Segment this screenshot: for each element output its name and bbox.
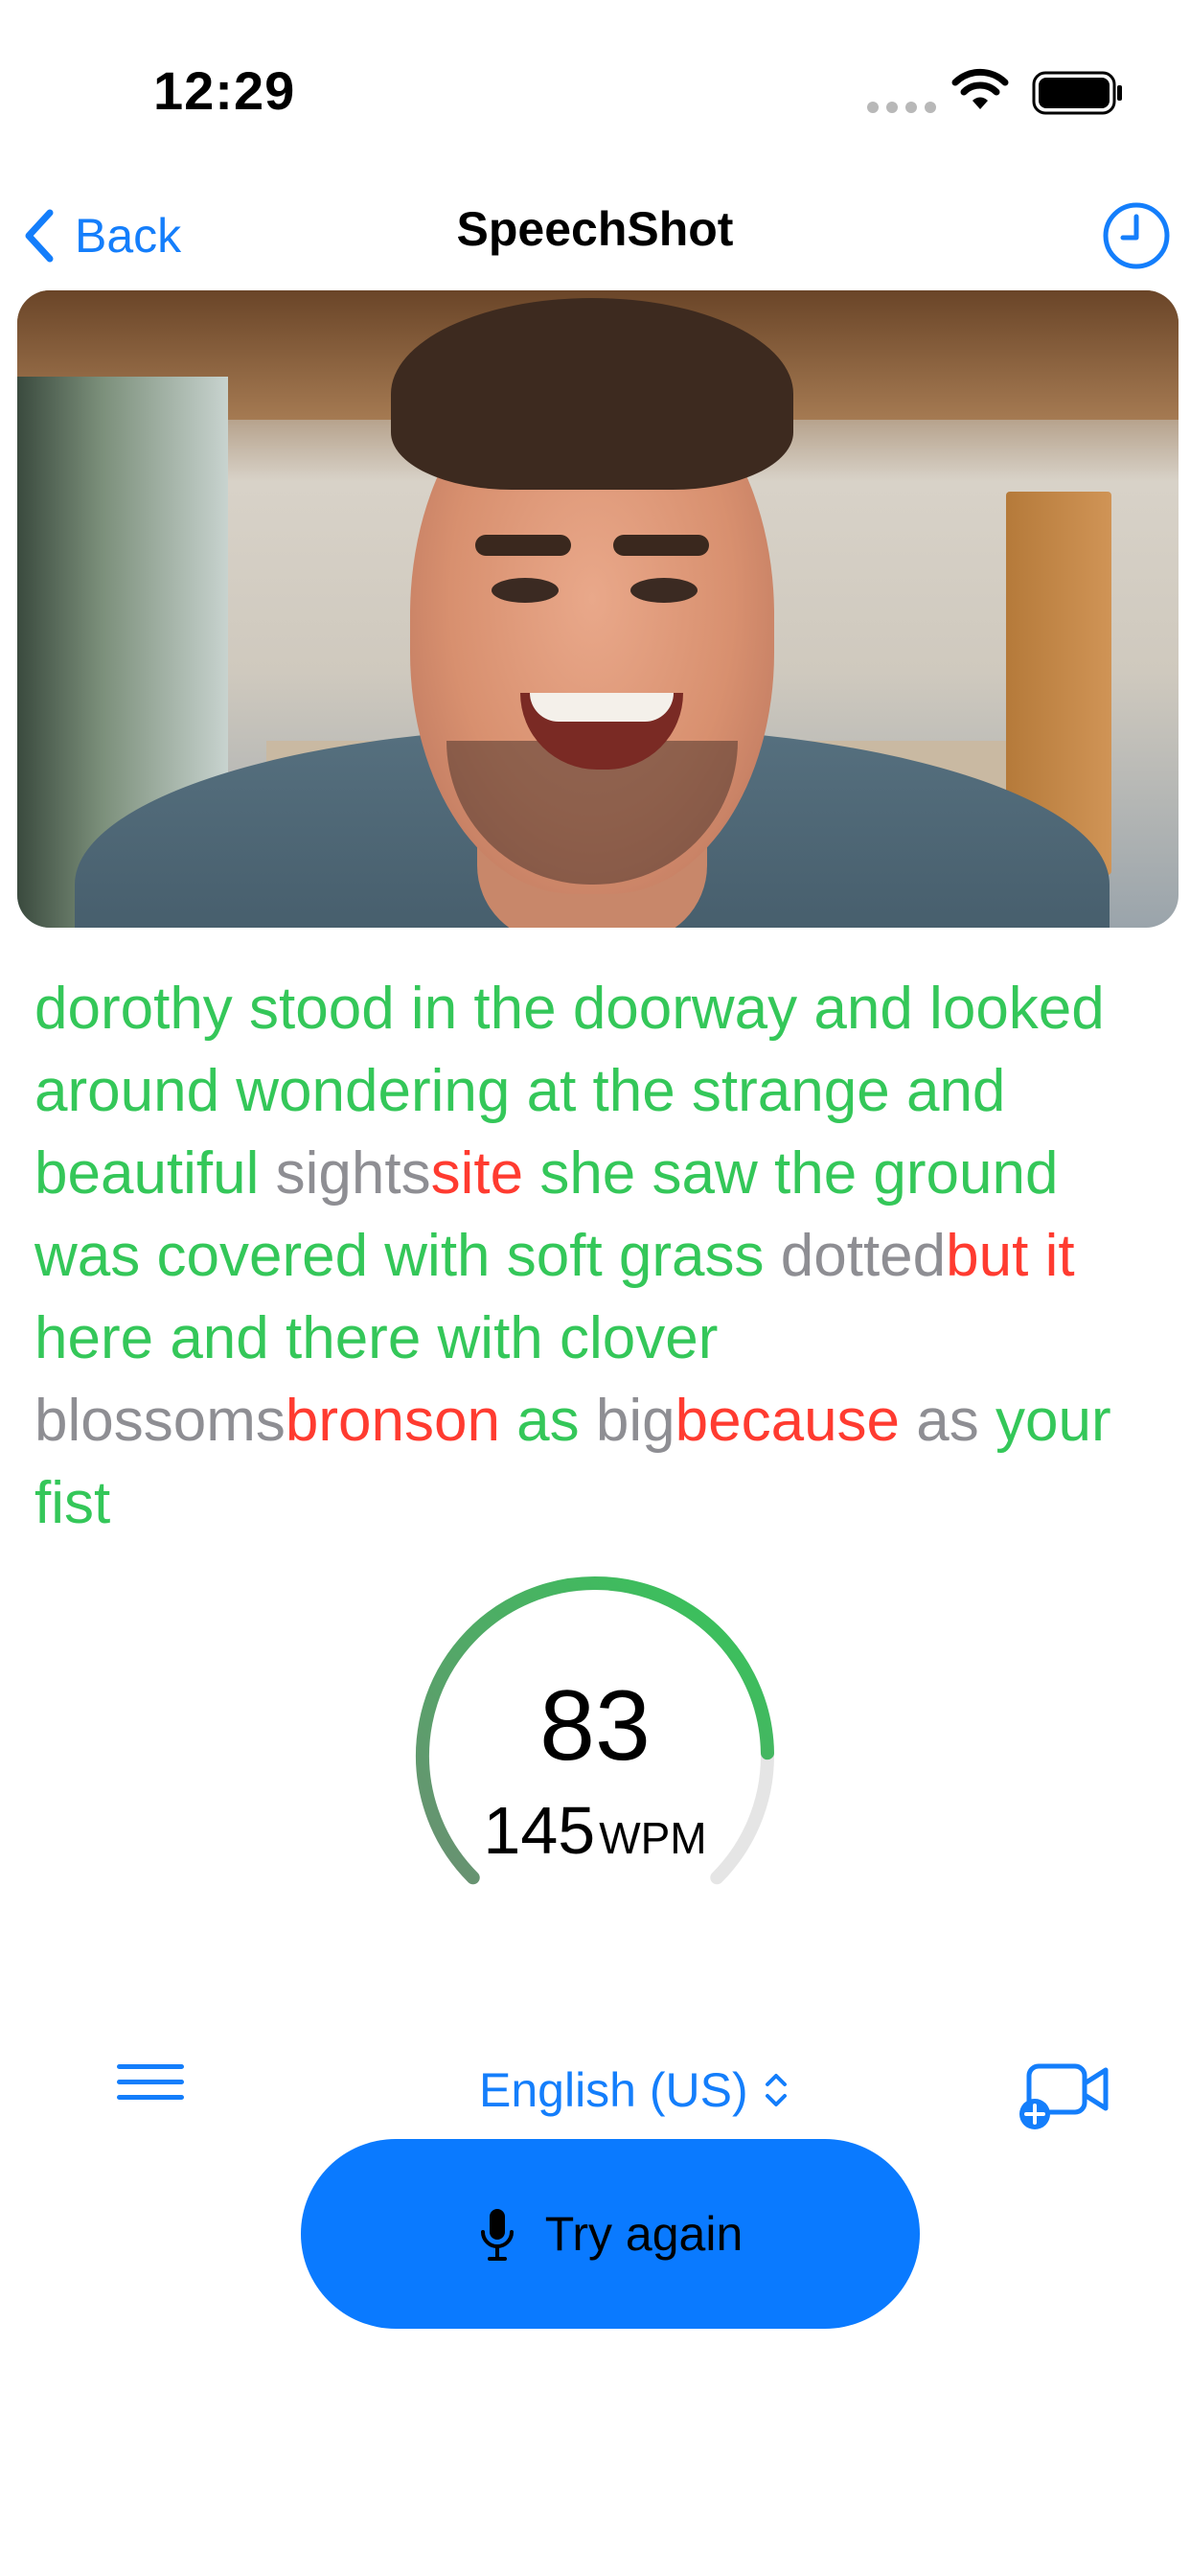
transcript-word-correct: as [499,1388,596,1454]
status-time: 12:29 [153,60,296,121]
bottom-controls: English (US) [0,2041,1190,2137]
wpm-readout: 145WPM [403,1792,787,1869]
transcript-word-wrong: site [430,1140,524,1207]
navigation-bar: Back SpeechShot [0,182,1190,297]
up-down-chevron-icon [765,2074,787,2106]
transcript-word-wrong: bronson [285,1388,500,1454]
wpm-value: 145 [483,1793,596,1868]
status-bar: 12:29 [0,0,1190,182]
page-title: SpeechShot [456,202,734,256]
transcript-word-missed: blossoms [34,1388,286,1454]
try-again-label: Try again [544,2207,744,2261]
transcript-word-wrong: because [675,1388,901,1454]
transcript-text: dorothy stood in the doorway and looked … [34,968,1165,1545]
hamburger-menu-icon[interactable] [117,2064,184,2112]
transcript-word-missed: dotted [780,1223,947,1289]
score-value: 83 [539,1670,651,1782]
wifi-icon [951,68,1009,109]
language-select[interactable]: English (US) [479,2057,790,2124]
selfie-photo [17,290,1179,928]
transcript-word-correct: here and there with clover [34,1305,719,1371]
add-video-icon[interactable] [1016,2055,1111,2131]
wpm-unit: WPM [599,1813,707,1863]
language-label: English (US) [479,2063,748,2117]
microphone-icon [480,2209,514,2261]
score-gauge: 83 145WPM [403,1564,787,1966]
transcript-word-missed: sights [275,1140,431,1207]
signal-dots-icon [867,102,936,113]
history-clock-icon[interactable] [1100,199,1173,272]
transcript-word-missed: big [595,1388,675,1454]
try-again-button[interactable]: Try again [301,2139,920,2329]
transcript-word-wrong: but it [946,1223,1075,1289]
battery-icon [1032,71,1122,115]
transcript-word-missed: as [900,1388,995,1454]
